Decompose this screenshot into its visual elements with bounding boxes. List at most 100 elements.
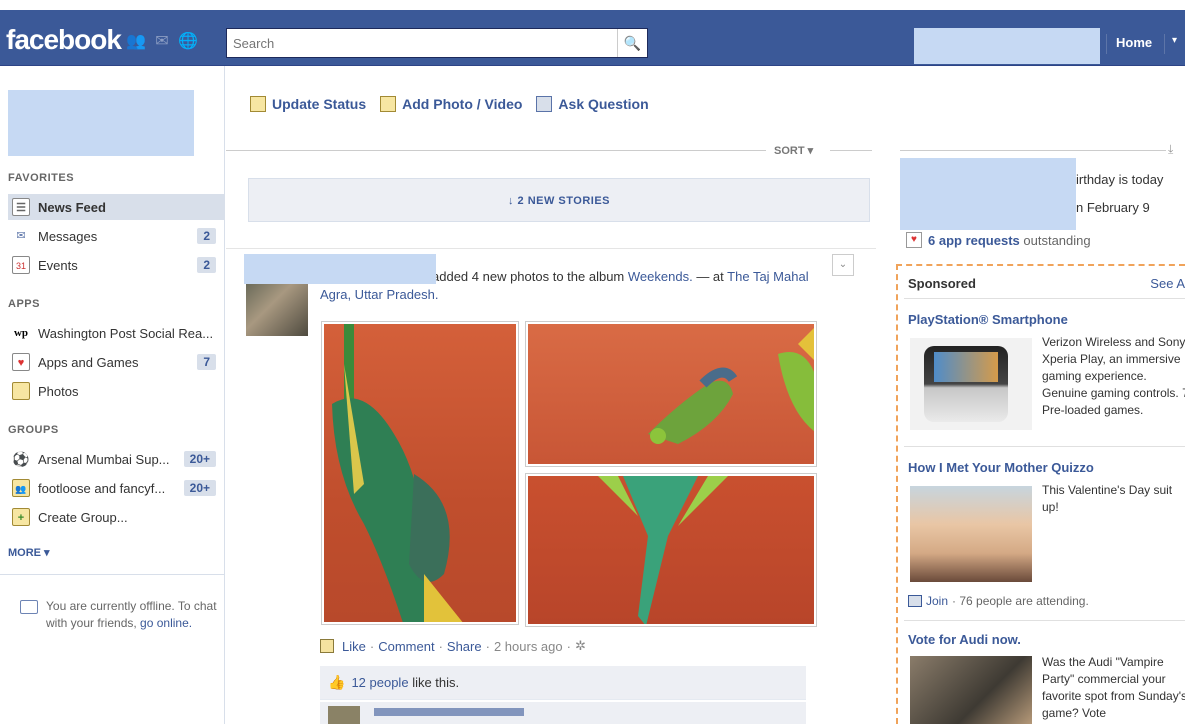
share-link[interactable]: Share (447, 639, 482, 654)
account-menu-caret[interactable]: ▾ (1172, 35, 1177, 46)
apps-games-icon: ♥ (12, 353, 30, 371)
ad-title-himym[interactable]: How I Met Your Mother Quizzo (908, 460, 1094, 475)
notifications-globe-icon[interactable]: 🌐 (178, 32, 198, 52)
album-photo-1[interactable] (321, 321, 519, 625)
download-icon[interactable]: ⤓ (1168, 142, 1173, 157)
join-link[interactable]: Join (926, 594, 948, 608)
sidebar-item-label: Events (38, 257, 78, 273)
count-badge: 20+ (183, 451, 216, 467)
divider (1164, 34, 1165, 54)
sidebar-item-label: Washington Post Social Rea... (38, 325, 214, 341)
ad-image-himym[interactable] (910, 486, 1032, 582)
right-sidebar: ⤓ irthday is today n February 9 ♥ 6 app … (896, 66, 1185, 724)
redacted-author-name[interactable] (244, 254, 436, 284)
sidebar-item-label: footloose and fancyf... (38, 480, 166, 496)
redacted-profile[interactable] (8, 90, 194, 156)
calendar-icon (908, 595, 922, 607)
photo-icon (380, 96, 397, 112)
at-text: — at (696, 269, 724, 284)
ask-question-label: Ask Question (558, 96, 649, 112)
place-link[interactable]: The Taj Mahal (727, 269, 808, 284)
friend-requests-icon[interactable]: 👥 (126, 32, 146, 52)
sponsored-header: Sponsored See A (908, 276, 1185, 291)
join-event: Join · 76 people are attending. (908, 594, 1089, 608)
notification-jewels: 👥 ✉ 🌐 (126, 32, 198, 52)
sidebar-item-photos[interactable]: Photos (8, 378, 224, 404)
divider (226, 150, 766, 151)
location-link[interactable]: Agra, Uttar Pradesh. (320, 287, 439, 302)
left-sidebar: FAVORITES ☰ News Feed ✉ Messages 2 31 Ev… (0, 66, 225, 724)
redacted-profile-link[interactable] (914, 28, 1100, 64)
top-bar: facebook 👥 ✉ 🌐 🔍 Home ▾ (0, 10, 1185, 66)
messages-icon: ✉ (16, 230, 26, 242)
comment-link[interactable]: Comment (378, 639, 434, 654)
likes-count-link[interactable]: 12 people (351, 675, 408, 690)
home-link[interactable]: Home (1116, 35, 1152, 50)
see-all-link[interactable]: See A (1150, 276, 1185, 291)
sidebar-item-apps-games[interactable]: ♥ Apps and Games 7 (8, 349, 224, 375)
likes-summary: 👍 12 people like this. (320, 666, 806, 700)
divider (0, 574, 224, 575)
add-photo-button[interactable]: Add Photo / Video (380, 96, 522, 112)
create-group-icon: + (12, 508, 30, 526)
sidebar-item-washington-post[interactable]: wp Washington Post Social Rea... (8, 320, 224, 346)
facebook-logo[interactable]: facebook (6, 24, 122, 56)
sidebar-item-label: Apps and Games (38, 354, 139, 370)
ad-image-audi[interactable] (910, 656, 1032, 724)
sidebar-item-create-group[interactable]: + Create Group... (8, 504, 224, 530)
thumbs-up-icon: 👍 (328, 674, 346, 690)
sidebar-item-label: Arsenal Mumbai Sup... (38, 451, 170, 467)
story-author-avatar[interactable] (246, 284, 308, 336)
app-request-heart-icon: ♥ (906, 232, 922, 248)
new-stories-button[interactable]: ↓ 2 NEW STORIES (248, 178, 870, 222)
sidebar-item-events[interactable]: 31 Events 2 (8, 252, 224, 278)
story-actions: Like · Comment · Share · 2 hours ago · ✲ (320, 638, 586, 654)
search-box: 🔍 (226, 28, 648, 58)
count-badge: 20+ (183, 480, 216, 496)
divider (830, 150, 872, 151)
ad-title-audi[interactable]: Vote for Audi now. (908, 632, 1021, 647)
divider (904, 298, 1185, 299)
question-icon (536, 96, 553, 112)
status-icon (250, 96, 266, 112)
likes-suffix: like this. (412, 675, 460, 690)
search-icon[interactable]: 🔍 (617, 29, 647, 57)
messages-jewel-icon[interactable]: ✉ (152, 32, 172, 52)
commenter-name[interactable] (374, 708, 524, 716)
go-online-link[interactable]: go online. (140, 616, 192, 630)
sidebar-item-footloose-group[interactable]: 👥 footloose and fancyf... 20+ (8, 475, 224, 501)
story-options-chevron-icon[interactable]: ⌄ (832, 254, 854, 276)
birthday-text-2: n February 9 (1076, 200, 1150, 215)
gear-icon[interactable]: ✲ (575, 638, 586, 654)
sidebar-item-arsenal-group[interactable]: ⚽ Arsenal Mumbai Sup... 20+ (8, 446, 224, 472)
app-requests: ♥ 6 app requests outstanding (906, 232, 1091, 248)
commenter-avatar[interactable] (328, 706, 360, 724)
news-feed-icon: ☰ (12, 198, 30, 216)
join-suffix: · 76 people are attending. (952, 594, 1089, 608)
sort-menu[interactable]: SORT ▾ (774, 144, 813, 157)
parrot-image (332, 324, 463, 622)
sidebar-item-messages[interactable]: ✉ Messages 2 (8, 223, 224, 249)
comment-preview (320, 702, 806, 724)
search-input[interactable] (227, 29, 617, 57)
ad-title-playstation[interactable]: PlayStation® Smartphone (908, 312, 1068, 327)
washington-post-icon: wp (13, 327, 29, 339)
ask-question-button[interactable]: Ask Question (536, 96, 649, 112)
app-requests-link[interactable]: 6 app requests (928, 233, 1020, 248)
ad-text-himym: This Valentine's Day suit up! (1042, 483, 1173, 514)
album-link[interactable]: Weekends. (628, 269, 693, 284)
count-badge: 2 (197, 257, 216, 273)
sidebar-item-news-feed[interactable]: ☰ News Feed (8, 194, 224, 220)
more-link[interactable]: MORE ▾ (8, 546, 50, 559)
story-timestamp[interactable]: 2 hours ago (494, 639, 563, 654)
update-status-button[interactable]: Update Status (250, 96, 366, 112)
album-photo-3[interactable] (525, 473, 817, 627)
album-photo-2[interactable] (525, 321, 817, 467)
like-link[interactable]: Like (342, 639, 366, 654)
ad-image-playstation-phone[interactable] (910, 338, 1032, 430)
count-badge: 7 (197, 354, 216, 370)
photo-album-icon (320, 639, 334, 653)
redacted-birthday-names[interactable] (900, 158, 1076, 230)
favorites-heading: FAVORITES (8, 172, 75, 184)
update-status-label: Update Status (272, 96, 367, 112)
